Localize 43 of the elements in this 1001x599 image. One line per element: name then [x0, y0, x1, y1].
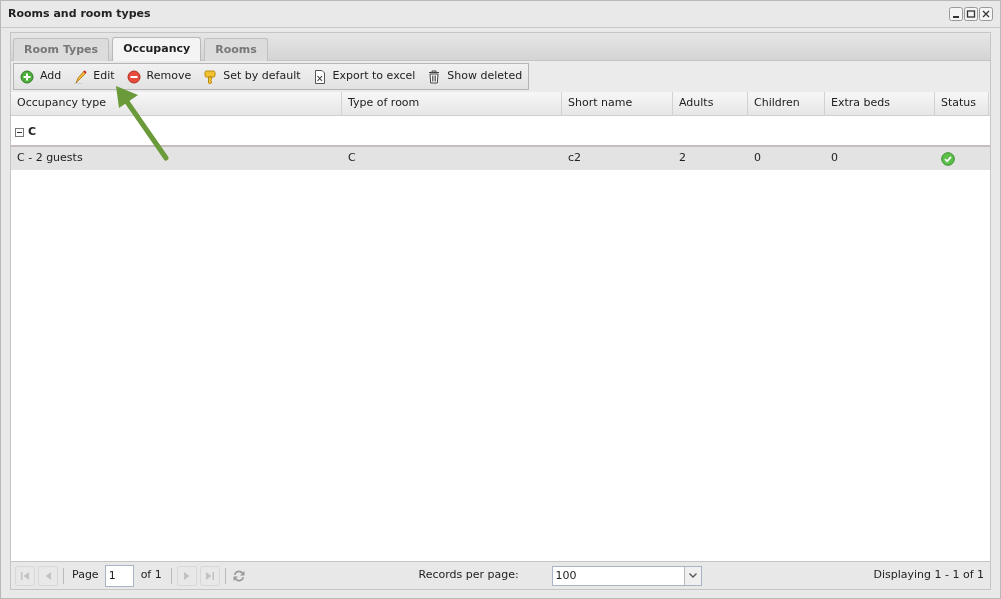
close-icon[interactable] [979, 7, 993, 21]
remove-icon [126, 69, 141, 84]
next-icon [181, 570, 192, 581]
first-page-icon [20, 570, 30, 581]
column-header[interactable]: Adults [673, 92, 748, 115]
add-icon [20, 69, 34, 84]
key-icon [203, 69, 218, 84]
table-cell: 0 [831, 150, 838, 167]
set-default-button[interactable]: Set by default [203, 65, 301, 88]
trash-icon [427, 69, 442, 84]
column-header[interactable]: Extra beds [825, 92, 935, 115]
export-button[interactable]: Export to excel [312, 65, 416, 88]
column-header[interactable]: Status [935, 92, 989, 115]
table-cell: 2 [679, 150, 686, 167]
show-deleted-button[interactable]: Show deleted [427, 65, 523, 88]
column-header[interactable]: Children [748, 92, 825, 115]
group-label: C [28, 123, 37, 140]
table-cell: 0 [754, 150, 761, 167]
add-button[interactable]: Add [20, 65, 62, 88]
page-count: of 1 [140, 567, 162, 584]
table-cell: C - 2 guests [17, 150, 83, 167]
window-title: Rooms and room types [8, 5, 152, 22]
pencil-icon [73, 69, 88, 84]
maximize-icon[interactable] [964, 7, 978, 21]
spreadsheet-icon [312, 69, 327, 84]
edit-button[interactable]: Edit [73, 65, 115, 88]
minimize-icon[interactable] [949, 7, 963, 21]
remove-button[interactable]: Remove [126, 65, 192, 88]
column-header[interactable]: Short name [562, 92, 673, 115]
previous-icon [43, 570, 53, 581]
display-info: Displaying 1 - 1 of 1 [873, 567, 984, 584]
caret-icon [688, 573, 697, 578]
records-label: Records per page: [418, 567, 520, 584]
last-page-icon [204, 570, 215, 581]
page-label: Page [72, 567, 99, 584]
table-cell: c2 [568, 150, 582, 167]
records-dropdown[interactable]: 100 [551, 565, 702, 586]
table-cell: C [348, 150, 356, 167]
table-row[interactable]: C - 2 guests C c2 2 0 0 [11, 147, 990, 170]
column-header[interactable]: Type of room [342, 92, 562, 115]
page-field[interactable]: 1 [104, 564, 134, 587]
collapse-toggle[interactable] [15, 127, 24, 137]
tab[interactable]: Occupancy [112, 37, 202, 61]
